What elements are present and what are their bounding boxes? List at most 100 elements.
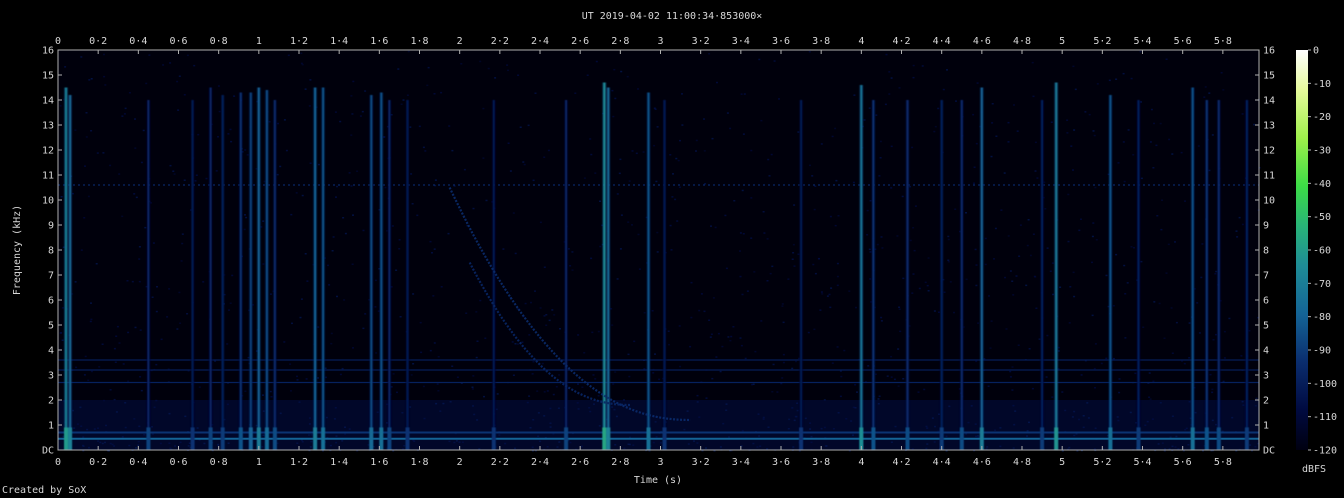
spectrogram-plot [57,49,1261,452]
noise-speck [519,126,522,128]
noise-speck [739,275,742,278]
event-base [238,427,243,450]
noise-speck [350,185,353,187]
noise-speck [610,308,613,310]
noise-speck [400,103,403,105]
event-core [647,92,650,450]
x-tick-label: 5·4 [1133,457,1151,468]
noise-speck [279,165,282,168]
event-base [491,427,496,450]
noise-speck [422,385,425,388]
noise-speck [517,74,520,76]
noise-speck [398,248,401,250]
noise-speck [351,113,354,115]
noise-speck [103,53,105,56]
event-core [565,100,567,450]
noise-speck [705,397,708,399]
noise-speck [835,179,838,182]
noise-speck [179,322,182,324]
noise-speck [1003,172,1006,174]
noise-speck [1156,215,1159,217]
noise-speck [101,343,104,345]
noise-speck [834,224,837,227]
noise-speck [1198,332,1201,334]
noise-speck [787,278,790,280]
noise-speck [1009,370,1012,373]
noise-speck [599,245,602,248]
event-core [209,87,212,450]
noise-speck [334,111,337,113]
noise-speck [1150,108,1153,111]
noise-speck [831,135,834,138]
x-tick-label: 0·8 [210,36,228,47]
noise-speck [291,322,293,325]
x-tick-label: 5·4 [1133,36,1151,47]
colorbar-tick-label: -30 [1313,146,1331,157]
noise-speck [776,391,779,393]
noise-speck [852,181,855,184]
noise-speck [1212,339,1215,341]
noise-speck [1066,132,1069,134]
event-base [208,427,213,450]
noise-speck [1223,357,1226,359]
noise-speck [148,54,151,56]
noise-speck [896,235,899,237]
noise-speck [946,69,948,71]
noise-speck [856,391,858,393]
noise-speck [74,281,77,283]
noise-speck [678,325,681,327]
noise-speck [1174,241,1176,243]
noise-speck [409,126,412,128]
y-tick-label: 7 [1263,271,1269,282]
x-tick-label: 3·2 [692,457,710,468]
noise-speck [512,212,515,214]
noise-speck [198,386,201,388]
noise-speck [913,249,916,252]
noise-speck [656,251,659,253]
noise-speck [814,185,817,187]
noise-speck [1161,199,1163,201]
noise-speck [507,69,509,72]
noise-speck [877,398,880,400]
noise-speck [740,344,743,347]
noise-speck [592,374,595,376]
noise-speck [245,216,248,219]
noise-speck [336,295,338,298]
noise-speck [1132,154,1135,156]
noise-speck [868,107,871,109]
noise-speck [594,378,597,380]
noise-speck [696,394,699,397]
noise-speck [1155,144,1158,147]
event-core [980,87,983,450]
noise-speck [306,280,309,282]
noise-speck [781,305,784,307]
noise-speck [839,395,842,398]
noise-speck [1160,228,1163,231]
noise-speck [270,396,273,398]
noise-speck [704,183,707,185]
event-core [1205,100,1208,450]
noise-speck [1140,260,1143,263]
noise-speck [287,54,290,57]
noise-speck [194,180,197,182]
noise-speck [364,90,367,92]
noise-speck [80,56,83,58]
noise-speck [1051,396,1054,398]
noise-speck [269,293,272,295]
event-core [322,87,324,450]
noise-speck [721,345,724,348]
noise-speck [121,215,124,218]
noise-speck [543,391,546,393]
noise-speck [885,53,888,56]
noise-speck [465,312,468,314]
event-core [860,85,863,450]
noise-speck [820,143,823,145]
noise-speck [927,290,930,292]
noise-speck [1115,253,1118,256]
noise-speck [1046,247,1049,249]
noise-speck [884,103,887,106]
noise-speck [923,388,926,391]
noise-speck [543,315,546,317]
noise-speck [476,340,479,342]
noise-speck [586,74,589,76]
